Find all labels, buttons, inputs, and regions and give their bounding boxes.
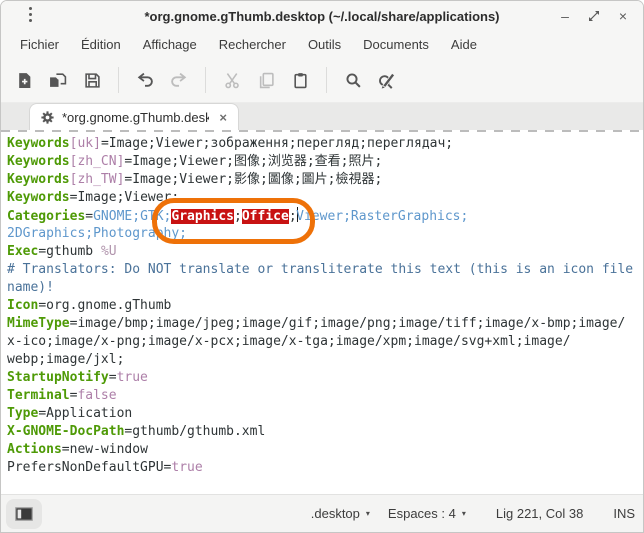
editor-text-area[interactable]: Keywords[uk]=Image;Viewer;зображення;пер… [1, 132, 643, 494]
toolbar-separator [205, 67, 206, 93]
restore-icon [588, 10, 600, 22]
search-replace-button[interactable] [370, 63, 404, 97]
code-line: Keywords[uk]=Image;Viewer;зображення;пер… [7, 135, 643, 153]
menu-aide[interactable]: Aide [440, 31, 488, 58]
save-icon [84, 72, 101, 89]
code-line: name)! [7, 279, 643, 297]
text-editor-window: *org.gnome.gThumb.desktop (~/.local/shar… [0, 0, 644, 533]
cursor-position-label: Lig 221, Col 38 [496, 506, 583, 521]
minimize-button[interactable]: – [555, 6, 575, 26]
close-button[interactable]: × [613, 6, 633, 26]
side-panel-toggle-button[interactable] [6, 499, 42, 529]
toolbar-separator [326, 67, 327, 93]
menu-affichage[interactable]: Affichage [132, 31, 208, 58]
tab-close-icon[interactable]: × [216, 110, 230, 125]
search-button[interactable] [336, 63, 370, 97]
code-line: Keywords[zh_TW]=Image;Viewer;影像;圖像;圖片;檢視… [7, 171, 643, 189]
tab-width-dropdown[interactable]: Espaces : 4 ▾ [388, 506, 466, 521]
menu-outils[interactable]: Outils [297, 31, 352, 58]
statusbar: .desktop ▾ Espaces : 4 ▾ Lig 221, Col 38… [1, 494, 643, 532]
language-mode-label: .desktop [311, 506, 360, 521]
undo-button[interactable] [128, 63, 162, 97]
tab-org-gnome-gthumb-desktop[interactable]: *org.gnome.gThumb.desktop × [29, 103, 239, 130]
undo-icon [136, 72, 154, 89]
chevron-down-icon: ▾ [366, 509, 370, 518]
toolbar [1, 58, 643, 102]
paste-icon [292, 72, 309, 89]
code-line: Type=Application [7, 405, 643, 423]
restore-button[interactable] [584, 6, 604, 26]
window-title: *org.gnome.gThumb.desktop (~/.local/shar… [144, 9, 499, 24]
code-line: StartupNotify=true [7, 369, 643, 387]
code-line: Exec=gthumb %U [7, 243, 643, 261]
cut-icon [224, 72, 241, 89]
paste-button[interactable] [283, 63, 317, 97]
insert-mode-indicator[interactable]: INS [613, 506, 635, 521]
tabbar: *org.gnome.gThumb.desktop × [1, 102, 643, 130]
menu-rechercher[interactable]: Rechercher [208, 31, 297, 58]
save-button[interactable] [75, 63, 109, 97]
menu-documents[interactable]: Documents [352, 31, 440, 58]
redo-button [162, 63, 196, 97]
code-line: PrefersNonDefaultGPU=true [7, 459, 643, 477]
code-line: 2DGraphics;Photography; [7, 225, 643, 243]
side-panel-icon [15, 507, 33, 521]
editor-lines: Keywords[uk]=Image;Viewer;зображення;пер… [7, 135, 643, 477]
copy-icon [258, 72, 275, 89]
cut-button [215, 63, 249, 97]
window-controls: – × [555, 1, 633, 31]
titlebar: *org.gnome.gThumb.desktop (~/.local/shar… [1, 1, 643, 31]
code-line: Actions=new-window [7, 441, 643, 459]
open-file-button[interactable] [41, 63, 75, 97]
new-file-button[interactable] [7, 63, 41, 97]
gear-icon [40, 110, 55, 125]
copy-button [249, 63, 283, 97]
menu-edition[interactable]: Édition [70, 31, 132, 58]
code-line: X-GNOME-DocPath=gthumb/gthumb.xml [7, 423, 643, 441]
code-line: MimeType=image/bmp;image/jpeg;image/gif;… [7, 315, 643, 333]
code-line: Keywords=Image;Viewer; [7, 189, 643, 207]
open-file-icon [49, 72, 67, 89]
menubar: Fichier Édition Affichage Rechercher Out… [1, 31, 643, 58]
language-mode-dropdown[interactable]: .desktop ▾ [311, 506, 370, 521]
code-line: Categories=GNOME;GTK;Graphics;Office;Vie… [7, 207, 643, 225]
redo-icon [170, 72, 188, 89]
app-menu-dots-icon[interactable] [29, 7, 33, 22]
code-line: Terminal=false [7, 387, 643, 405]
code-line: Icon=org.gnome.gThumb [7, 297, 643, 315]
menu-fichier[interactable]: Fichier [9, 31, 70, 58]
tab-width-label: Espaces : 4 [388, 506, 456, 521]
code-line: x-ico;image/x-png;image/x-pcx;image/x-tg… [7, 333, 643, 351]
new-file-icon [16, 72, 33, 89]
search-icon [345, 72, 362, 89]
chevron-down-icon: ▾ [462, 509, 466, 518]
tab-label: *org.gnome.gThumb.desktop [62, 110, 209, 125]
search-replace-icon [378, 72, 396, 89]
code-line: Keywords[zh_CN]=Image;Viewer;图像;浏览器;查看;照… [7, 153, 643, 171]
toolbar-separator [118, 67, 119, 93]
code-line: # Translators: Do NOT translate or trans… [7, 261, 643, 279]
code-line: webp;image/jxl; [7, 351, 643, 369]
